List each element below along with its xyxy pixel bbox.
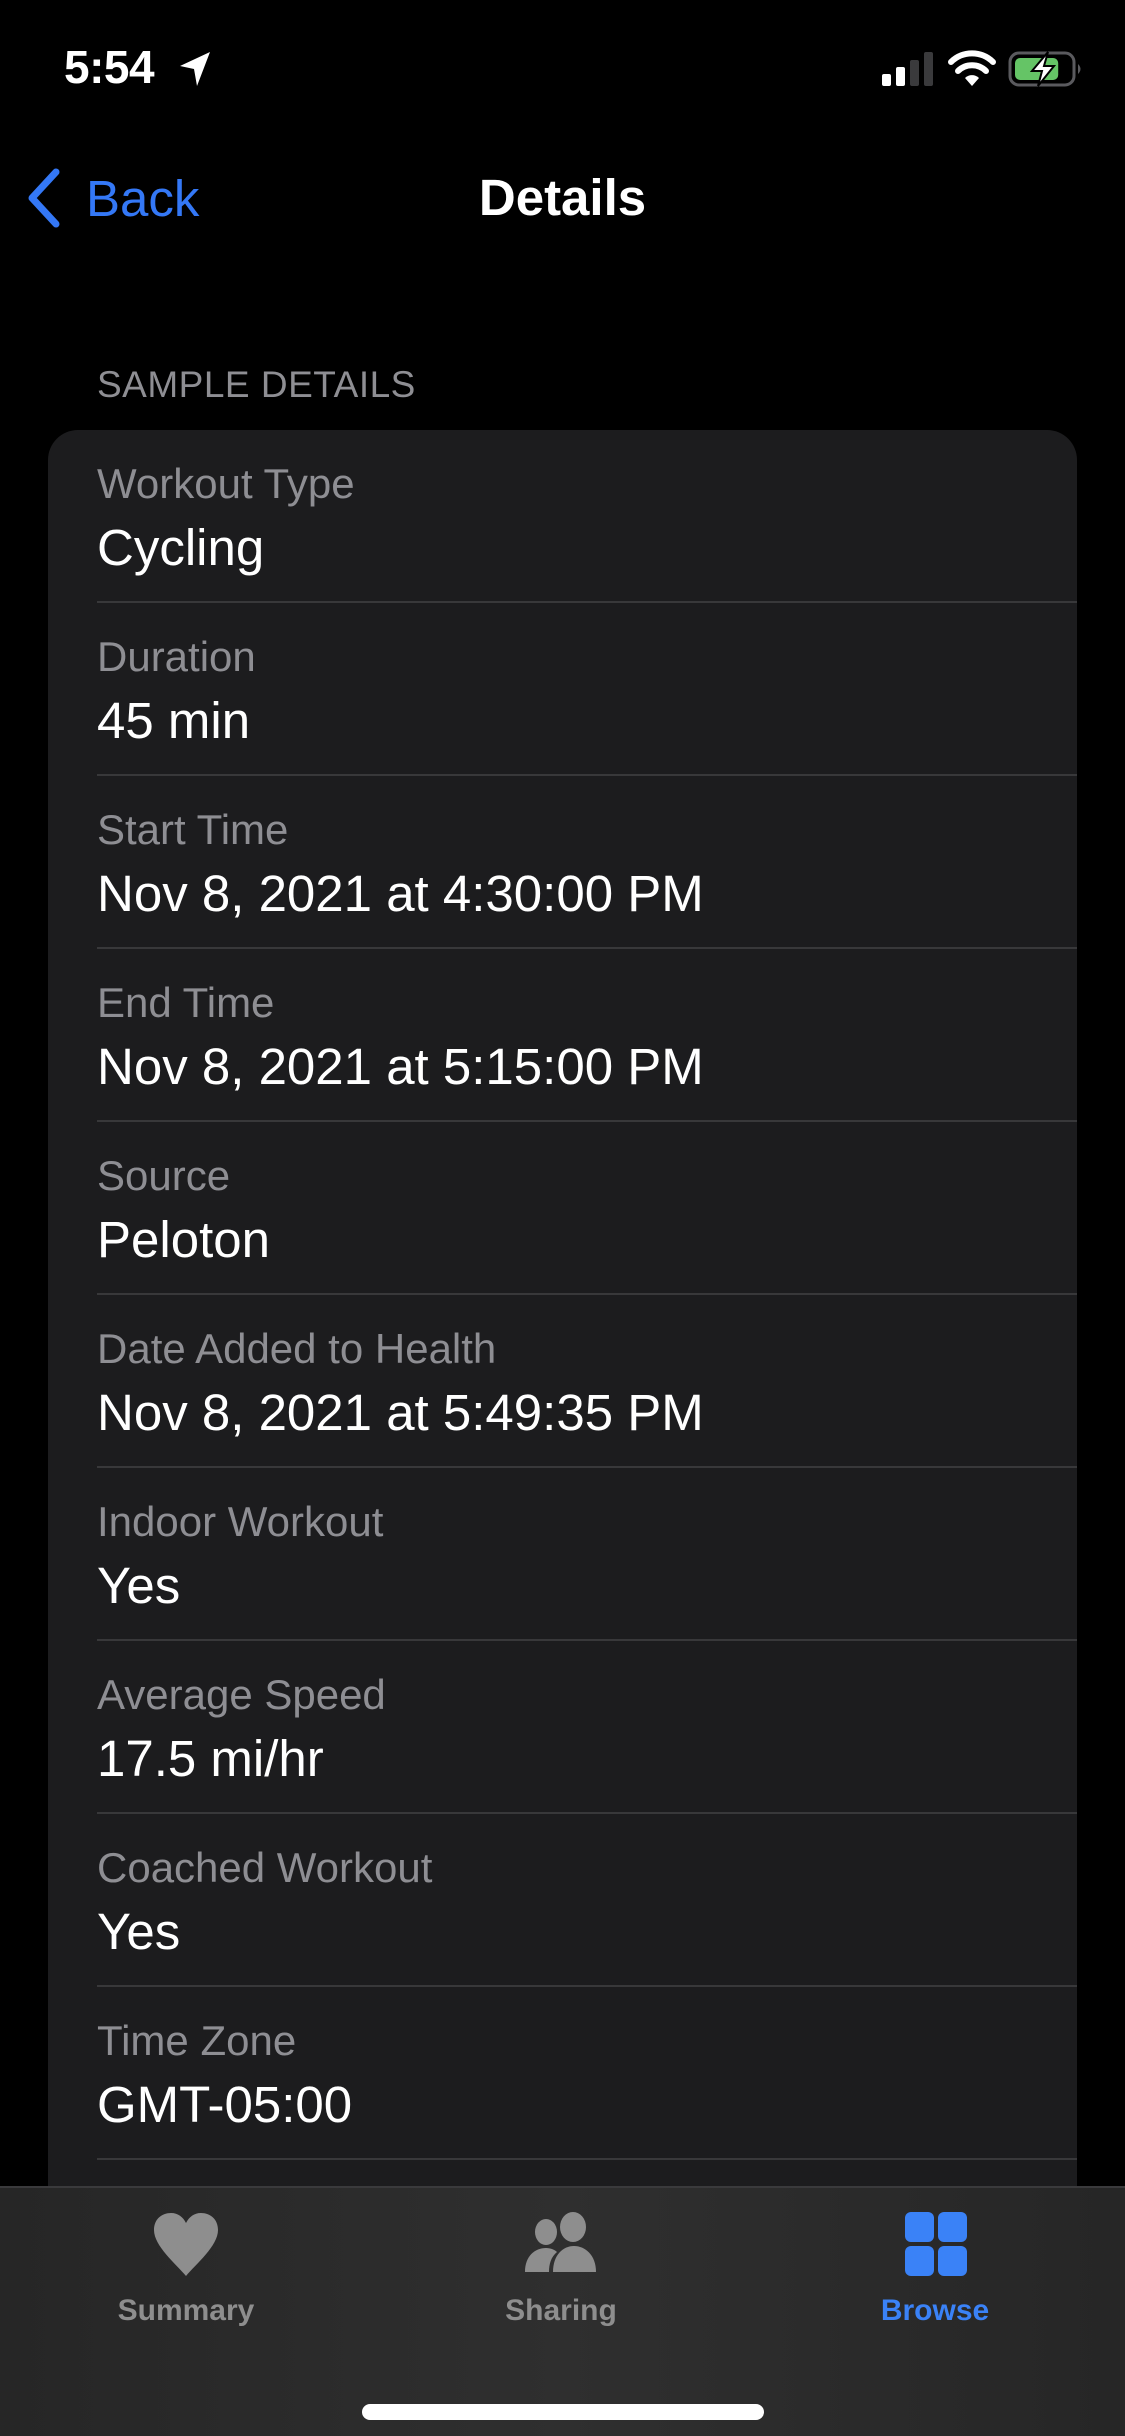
- row-divider: [97, 2158, 1077, 2160]
- detail-row-workout-type: Workout Type Cycling: [48, 430, 1077, 603]
- people-icon: [525, 2212, 596, 2272]
- sample-details-list: Workout Type Cycling Duration 45 min Sta…: [48, 430, 1077, 2230]
- home-indicator[interactable]: [362, 2404, 764, 2420]
- signal-bar: [896, 67, 905, 86]
- signal-bar: [882, 74, 891, 86]
- row-value: Yes: [97, 1903, 181, 1960]
- detail-row-coached-workout: Coached Workout Yes: [48, 1814, 1077, 1987]
- row-label: Source: [97, 1152, 231, 1199]
- row-value: Yes: [97, 1557, 181, 1614]
- detail-row-start-time: Start Time Nov 8, 2021 at 4:30:00 PM: [48, 776, 1077, 949]
- heart-icon: [154, 2213, 218, 2276]
- row-value: Nov 8, 2021 at 4:30:00 PM: [97, 865, 704, 922]
- detail-row-source: Source Peloton: [48, 1122, 1077, 1295]
- row-label: Coached Workout: [97, 1844, 433, 1891]
- row-value: Nov 8, 2021 at 5:15:00 PM: [97, 1038, 704, 1095]
- row-label: Start Time: [97, 806, 289, 853]
- signal-bar: [924, 52, 933, 86]
- battery-charging-icon: [1008, 51, 1081, 87]
- detail-row-end-time: End Time Nov 8, 2021 at 5:15:00 PM: [48, 949, 1077, 1122]
- section-header: SAMPLE DETAILS: [97, 364, 416, 405]
- wifi-icon: [948, 50, 996, 86]
- row-value: 17.5 mi/hr: [97, 1730, 324, 1787]
- tab-label: Browse: [880, 2294, 990, 2327]
- row-value: Nov 8, 2021 at 5:49:35 PM: [97, 1384, 704, 1441]
- row-label: Duration: [97, 633, 256, 680]
- tab-bar: Summary Sharing Browse: [0, 2186, 1125, 2436]
- signal-bar: [910, 60, 919, 86]
- status-time: 5:54: [64, 41, 155, 93]
- status-bar: 5:54: [0, 0, 1125, 132]
- tab-label: Sharing: [505, 2294, 617, 2327]
- detail-row-average-speed: Average Speed 17.5 mi/hr: [48, 1641, 1077, 1814]
- grid-icon: [905, 2212, 967, 2276]
- row-value: GMT-05:00: [97, 2076, 353, 2133]
- detail-row-indoor-workout: Indoor Workout Yes: [48, 1468, 1077, 1641]
- row-value: 45 min: [97, 692, 251, 749]
- row-value: Peloton: [97, 1211, 270, 1268]
- tab-browse[interactable]: Browse: [805, 2210, 1065, 2350]
- cellular-signal-icon: [882, 52, 933, 86]
- row-label: Indoor Workout: [97, 1498, 384, 1545]
- row-label: Time Zone: [97, 2017, 297, 2064]
- tab-sharing[interactable]: Sharing: [431, 2210, 691, 2350]
- navigation-bar: Back Details: [0, 150, 1125, 250]
- row-label: End Time: [97, 979, 275, 1026]
- row-value: Cycling: [97, 519, 265, 576]
- row-label: Workout Type: [97, 460, 355, 507]
- tab-summary[interactable]: Summary: [56, 2210, 316, 2350]
- row-label: Average Speed: [97, 1671, 386, 1718]
- row-label: Date Added to Health: [97, 1325, 497, 1372]
- detail-row-time-zone: Time Zone GMT-05:00: [48, 1987, 1077, 2160]
- detail-row-duration: Duration 45 min: [48, 603, 1077, 776]
- page-title: Details: [478, 169, 647, 226]
- tab-label: Summary: [117, 2294, 255, 2327]
- detail-row-date-added: Date Added to Health Nov 8, 2021 at 5:49…: [48, 1295, 1077, 1468]
- location-arrow-icon: [180, 52, 210, 86]
